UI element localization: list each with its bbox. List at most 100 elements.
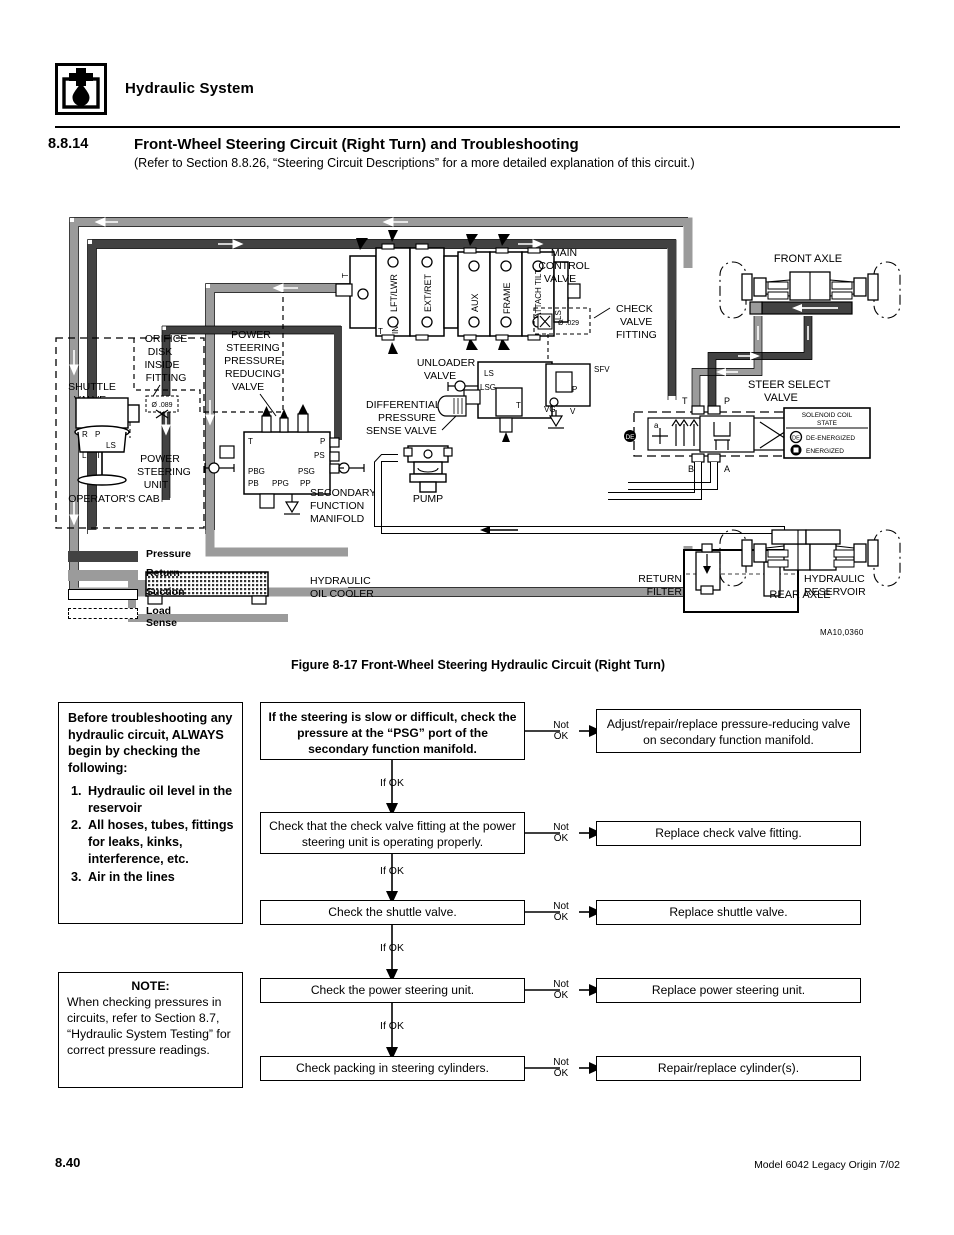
cvf-label-l2: VALVE: [620, 316, 652, 328]
unloader-port-ls: LS: [484, 369, 494, 378]
cvf-label-l3: FITTING: [616, 329, 657, 341]
flow-check-step-3: Check the shuttle valve.: [260, 900, 525, 925]
psprv-label-l4: REDUCING: [225, 368, 281, 380]
operators-cab-label: OPERATOR'S CAB: [68, 493, 159, 505]
legend-swatch-load-sense: [68, 608, 138, 619]
label-not-ok: Not OK: [553, 822, 569, 844]
cooler-label-l2: OIL COOLER: [310, 588, 374, 600]
legend-label-pressure: Pressure: [146, 548, 191, 560]
mcv-label-l2: CONTROL: [538, 260, 589, 272]
psu-port-p: P: [95, 430, 100, 439]
dpsv-label-l3: SENSE VALVE: [366, 425, 437, 437]
figure-code: MA10,0360: [820, 628, 864, 637]
flow-action-step-1: Adjust/repair/replace pressure-reducing …: [596, 709, 861, 753]
label-not-ok: Not OK: [553, 720, 569, 742]
flow-action-step-3: Replace shuttle valve.: [596, 900, 861, 925]
note-title: NOTE:: [131, 979, 170, 993]
ssv-port-b: B: [688, 464, 694, 474]
mcv-label-l1: MAIN: [551, 247, 577, 259]
checklist-items: Hydraulic oil level in the reservoir All…: [59, 783, 242, 885]
label-not-ok: Not OK: [553, 901, 569, 923]
solenoid-legend-title-l2: STATE: [817, 420, 838, 427]
reservoir-label-l1: HYDRAULIC: [804, 573, 865, 585]
psu-port-t: T: [96, 451, 101, 460]
unloader-port-lsg: LSG: [480, 383, 496, 392]
orifice-disk-label-l1: ORIFICE: [145, 333, 188, 345]
psprv-label-l5: VALVE: [232, 381, 264, 393]
label-if-ok: If OK: [380, 942, 404, 954]
label-if-ok: If OK: [380, 865, 404, 877]
legend-swatch-pressure: [68, 551, 138, 562]
unloader-label-l1: UNLOADER: [417, 357, 476, 369]
mcv-section-extret: EXT/RET: [423, 273, 433, 312]
mcv-section-frame: FRAME: [502, 283, 512, 315]
label-if-ok: If OK: [380, 1020, 404, 1032]
shuttle-valve-label-l1: SHUTTLE: [68, 381, 116, 393]
checklist-item: Air in the lines: [85, 869, 236, 886]
flow-check-step-5: Check packing in steering cylinders.: [260, 1056, 525, 1081]
flow-action-step-4: Replace power steering unit.: [596, 978, 861, 1003]
orifice-disk-label-l2: DISK: [148, 346, 173, 358]
psu-label-l1: POWER: [140, 453, 180, 465]
flow-action-step-5: Repair/replace cylinder(s).: [596, 1056, 861, 1081]
troubleshooting-chart: Before troubleshooting any hydraulic cir…: [48, 697, 908, 1107]
page-number: 8.40: [55, 1155, 81, 1170]
legend-label-return: Return: [146, 567, 180, 579]
sfm-port-pb: PB: [248, 479, 259, 488]
psu-label-l2: STEERING: [137, 466, 191, 478]
flow-check-step-1: If the steering is slow or difficult, ch…: [260, 702, 525, 760]
check-valve-orifice-size: Ø .029: [558, 320, 579, 327]
mcv-port-t-left: T: [341, 273, 350, 278]
return-filter-label-l2: FILTER: [647, 586, 683, 598]
flow-action-text: Repair/replace cylinder(s).: [657, 1061, 800, 1075]
flow-check-step-4: Check the power steering unit.: [260, 978, 525, 1003]
pump-label: PUMP: [413, 493, 443, 505]
orifice-disk-label-l4: FITTING: [146, 372, 187, 384]
mcv-port-in: IN: [391, 326, 400, 334]
mcv-section-attachtilt: ATTACH TILT: [534, 269, 543, 318]
section-title: Front-Wheel Steering Circuit (Right Turn…: [134, 136, 579, 153]
cvf-label-l1: CHECK: [616, 303, 653, 315]
sfm-label-l1: SECONDARY: [310, 487, 376, 499]
legend-swatch-suction: [68, 589, 138, 600]
pre-troubleshooting-checklist: Before troubleshooting any hydraulic cir…: [58, 702, 243, 924]
flow-check-text: Check that the check valve fitting at th…: [269, 819, 516, 849]
flow-action-step-2: Replace check valve fitting.: [596, 821, 861, 846]
flow-action-text: Replace shuttle valve.: [669, 905, 788, 919]
ssv-port-p: P: [724, 396, 730, 406]
ssv-label-l1: STEER SELECT: [748, 379, 831, 391]
mcv-port-t: T: [378, 327, 383, 336]
label-if-ok: If OK: [380, 777, 404, 789]
note-box: NOTE: When checking pressures in circuit…: [58, 972, 243, 1088]
orifice-disk-label-l3: INSIDE: [144, 359, 179, 371]
front-axle-label: FRONT AXLE: [774, 253, 842, 265]
header-divider: [55, 126, 900, 128]
solenoid-deenergized-label: DE-ENERGIZED: [806, 435, 855, 442]
sfm-port-ppg: PPG: [272, 479, 289, 488]
psu-port-l: L: [82, 451, 87, 460]
svg-text:DE: DE: [792, 436, 800, 442]
orifice-disk-size: Ø .089: [151, 402, 172, 409]
psprv-label-l2: STEERING: [226, 342, 280, 354]
page-title: Hydraulic System: [125, 80, 255, 97]
mcv-section-aux: AUX: [470, 293, 480, 312]
solenoid-energized-label: ENERGIZED: [806, 448, 844, 455]
figure-caption: Figure 8-17 Front-Wheel Steering Hydraul…: [290, 658, 666, 672]
ssv-port-a: A: [724, 464, 730, 474]
sfm-port-psg: PSG: [298, 467, 315, 476]
sfm-port-ps: PS: [314, 451, 325, 460]
ssv-port-t: T: [682, 396, 688, 406]
flow-check-text: If the steering is slow or difficult, ch…: [268, 710, 517, 757]
legend-label-suction: Suction: [146, 586, 185, 598]
hydraulic-fluid-icon: [55, 63, 107, 115]
label-not-ok: Not OK: [553, 1057, 569, 1079]
rear-axle-label: REAR AXLE: [769, 589, 830, 601]
unloader-port-sfv: SFV: [594, 365, 610, 374]
section-subtitle: (Refer to Section 8.8.26, “Steering Circ…: [134, 156, 695, 170]
flow-action-text: Adjust/repair/replace pressure-reducing …: [606, 717, 851, 747]
flow-action-text: Replace power steering unit.: [651, 983, 806, 997]
svg-text:DE: DE: [625, 434, 635, 441]
section-number: 8.8.14: [48, 136, 89, 152]
psu-port-ls: LS: [106, 441, 116, 450]
unloader-port-p: P: [572, 385, 577, 394]
